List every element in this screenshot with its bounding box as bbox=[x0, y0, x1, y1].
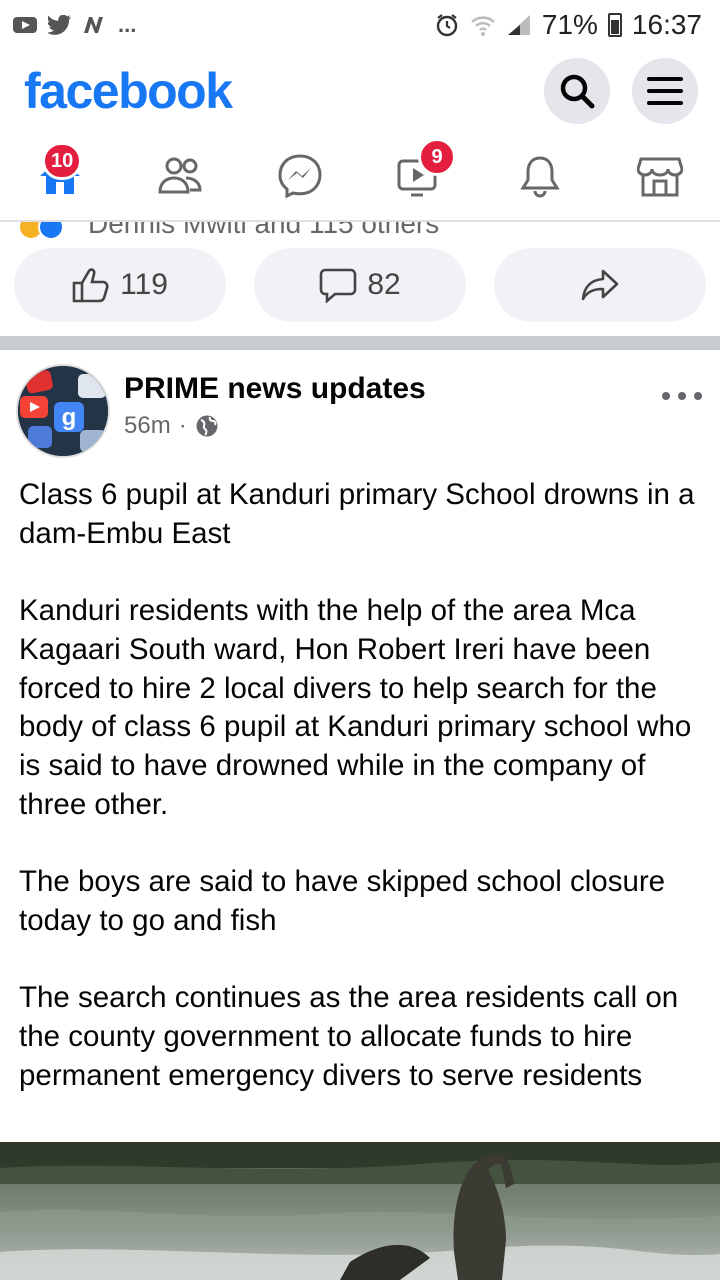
wifi-icon bbox=[470, 13, 496, 37]
status-system: 71% 16:37 bbox=[434, 9, 702, 41]
post-options-button[interactable] bbox=[662, 386, 702, 406]
news-notification-icon bbox=[82, 15, 108, 35]
more-dot bbox=[662, 392, 670, 400]
tab-friends[interactable] bbox=[140, 136, 220, 216]
more-notifications: ... bbox=[118, 12, 137, 37]
battery-icon bbox=[607, 13, 622, 37]
messenger-icon bbox=[278, 154, 322, 199]
tab-messenger[interactable] bbox=[260, 136, 340, 216]
more-dot bbox=[694, 392, 702, 400]
dam-scene-image bbox=[0, 1142, 720, 1280]
previous-post-reactions: Dennis Mwiti and 115 others bbox=[0, 222, 720, 240]
post-divider bbox=[0, 336, 720, 350]
page-avatar[interactable]: g bbox=[16, 364, 110, 458]
tab-watch[interactable]: 9 bbox=[380, 136, 460, 216]
globe-public-icon bbox=[196, 415, 218, 437]
status-notifications: ... bbox=[12, 12, 136, 38]
marketplace-store-icon bbox=[637, 157, 683, 197]
app-header: facebook bbox=[0, 50, 720, 132]
avatar-image-icon: g bbox=[18, 366, 108, 456]
post-text: Class 6 pupil at Kanduri primary School … bbox=[19, 478, 695, 1092]
watch-notification-badge: 9 bbox=[418, 138, 456, 176]
like-button[interactable]: 119 bbox=[14, 248, 226, 322]
search-icon bbox=[560, 74, 595, 109]
comment-count: 82 bbox=[367, 268, 401, 301]
reaction-icons bbox=[18, 222, 64, 240]
like-reaction-icon bbox=[38, 222, 64, 240]
thumbs-up-icon bbox=[72, 268, 109, 303]
post-header: g PRIME news updates 56m · bbox=[0, 350, 720, 470]
svg-text:g: g bbox=[62, 404, 77, 431]
bell-icon bbox=[520, 156, 560, 198]
battery-percent: 71% bbox=[541, 9, 598, 40]
hamburger-menu-icon bbox=[647, 77, 683, 105]
friends-icon bbox=[158, 157, 202, 194]
twitter-notification-icon bbox=[48, 15, 72, 35]
comment-icon bbox=[320, 268, 357, 303]
home-notification-badge: 10 bbox=[42, 142, 83, 180]
menu-button[interactable] bbox=[632, 58, 698, 124]
share-button[interactable] bbox=[494, 248, 706, 322]
tab-marketplace[interactable] bbox=[620, 136, 700, 216]
comment-button[interactable]: 82 bbox=[254, 248, 466, 322]
post-time[interactable]: 56m bbox=[124, 412, 171, 440]
nav-bar: 10 9 bbox=[0, 132, 720, 222]
like-count: 119 bbox=[120, 268, 168, 301]
post-author[interactable]: PRIME news updates bbox=[124, 372, 426, 406]
meta-separator: · bbox=[178, 412, 187, 439]
header-actions bbox=[544, 58, 698, 124]
reactions-summary[interactable]: Dennis Mwiti and 115 others bbox=[88, 222, 439, 240]
facebook-logo[interactable]: facebook bbox=[24, 62, 233, 120]
clock: 16:37 bbox=[631, 9, 702, 40]
search-button[interactable] bbox=[544, 58, 610, 124]
more-dot bbox=[678, 392, 686, 400]
post-photo[interactable] bbox=[0, 1142, 720, 1280]
previous-post-actions: 119 82 bbox=[0, 248, 720, 324]
tab-home[interactable]: 10 bbox=[20, 136, 100, 216]
post-meta: 56m · bbox=[124, 412, 219, 440]
status-bar: ... 71% 16:37 bbox=[0, 0, 720, 50]
alarm-icon bbox=[434, 12, 460, 38]
signal-icon bbox=[506, 13, 532, 37]
youtube-notification-icon bbox=[12, 15, 38, 35]
tab-notifications[interactable] bbox=[500, 136, 580, 216]
share-arrow-icon bbox=[581, 269, 619, 301]
